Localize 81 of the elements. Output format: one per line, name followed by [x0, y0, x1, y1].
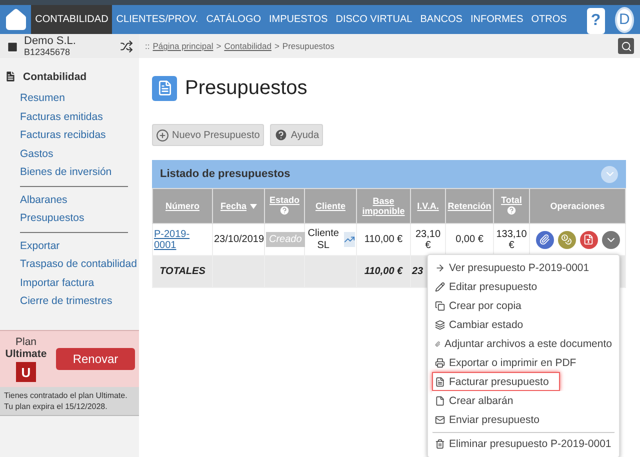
nav-tab[interactable]: CLIENTES/PROV. — [112, 5, 202, 34]
sidebar-link[interactable]: Exportar — [0, 236, 139, 255]
trend-line-icon — [344, 234, 355, 245]
search-button[interactable] — [618, 38, 634, 54]
plan-badge: U — [16, 362, 36, 382]
sidebar-link[interactable]: Importar factura — [0, 274, 139, 292]
table-cell: 23 — [412, 266, 424, 277]
sidebar-link[interactable]: Cierre de trimestres — [0, 292, 139, 310]
help-button[interactable]: ? — [586, 8, 605, 34]
document-glyph-icon — [156, 80, 172, 96]
renew-button[interactable]: Renovar — [56, 348, 135, 370]
column-header: Operaciones — [530, 188, 626, 224]
nav-tab[interactable]: INFORMES — [466, 5, 528, 34]
document-icon — [4, 70, 17, 83]
envelope-icon — [435, 414, 445, 424]
breadcrumb-separator: > — [274, 41, 280, 51]
arrow-right-icon — [435, 262, 445, 272]
sidebar-link[interactable]: Albaranes — [0, 190, 139, 209]
sidebar-link[interactable]: Presupuestos — [0, 209, 139, 228]
user-avatar[interactable]: D — [614, 6, 634, 32]
sidebar-link[interactable]: Bienes de inversión — [0, 163, 139, 182]
search-icon — [620, 40, 632, 52]
help-icon — [279, 204, 290, 216]
nav-tab[interactable]: CATÁLOGO — [202, 5, 266, 34]
more-button[interactable] — [602, 230, 620, 248]
nav-tab[interactable]: OTROS — [527, 5, 571, 34]
table-cell: 0,00 € — [446, 224, 494, 256]
breadcrumb-link[interactable]: Página principal — [152, 41, 214, 51]
pdf-button[interactable] — [580, 230, 598, 248]
nav-tab[interactable]: IMPUESTOS — [265, 5, 332, 34]
trash-icon — [435, 439, 445, 449]
breadcrumb-marker: :: — [145, 41, 150, 51]
breadcrumb-separator: > — [216, 41, 222, 51]
nav-tab[interactable]: CONTABILIDAD — [31, 5, 112, 34]
sidebar-link[interactable]: Resumen — [0, 89, 139, 108]
nav-tab[interactable]: DISCO VIRTUAL — [332, 5, 416, 34]
help-icon — [506, 204, 517, 216]
company-name: Demo S.L. — [24, 36, 77, 46]
sidebar-link[interactable]: Facturas emitidas — [0, 108, 139, 126]
coins-button[interactable] — [558, 230, 576, 248]
sidebar-link[interactable]: Traspaso de contabilidad — [0, 255, 139, 274]
home-icon — [4, 8, 28, 32]
shuffle-icon[interactable] — [120, 40, 133, 52]
copy-icon — [435, 300, 445, 310]
nav-tab[interactable]: BANCOS — [416, 5, 466, 34]
sidebar-link[interactable]: Facturas recibidas — [0, 126, 139, 144]
stack-icon — [435, 320, 445, 330]
document-icon — [435, 376, 445, 386]
breadcrumb-link[interactable]: Contabilidad — [224, 41, 272, 51]
paperclip-icon — [539, 234, 550, 245]
help-icon — [274, 128, 288, 142]
coins-icon — [561, 234, 572, 245]
page-title: Presupuestos — [185, 76, 308, 100]
table-cell: 23/10/2019 — [212, 224, 264, 256]
status-tag: Creado — [266, 232, 305, 247]
plan-name: Ultimate — [5, 348, 47, 360]
plus-icon — [156, 128, 169, 142]
table-cell: 110,00 € — [356, 224, 410, 256]
company-tax-id: B12345678 — [24, 46, 72, 56]
chart-button[interactable] — [344, 232, 355, 247]
breadcrumb-current: Presupuestos — [282, 41, 334, 51]
table-cell: 110,00 € — [356, 256, 410, 288]
document-icon — [583, 234, 594, 245]
plan-label: Plan — [15, 336, 36, 348]
menu-item[interactable]: Facturar presupuesto — [432, 372, 560, 391]
printer-icon — [435, 358, 445, 368]
paperclip-icon — [435, 338, 440, 348]
attach-button[interactable] — [536, 230, 554, 248]
sidebar-link[interactable]: Gastos — [0, 144, 139, 163]
help-button[interactable]: Ayuda — [270, 124, 324, 146]
table-title: Listado de presupuestos — [160, 168, 290, 180]
section-title: Contabilidad — [23, 70, 87, 82]
document-icon — [435, 396, 445, 406]
table-cell-text: Cliente SL — [306, 228, 340, 252]
table-cell: 23,10 € — [410, 224, 446, 256]
sort-caret-icon — [250, 204, 256, 209]
totals-label: TOTALES — [152, 256, 212, 288]
plan-note: Tienes contratado el plan Ultimate. Tu plan expira el 15/12/2028. — [0, 387, 139, 416]
table-cell: 133,10 € — [494, 224, 530, 256]
pencil-icon — [435, 282, 445, 292]
new-budget-button[interactable]: Nuevo Presupuesto — [152, 124, 264, 146]
